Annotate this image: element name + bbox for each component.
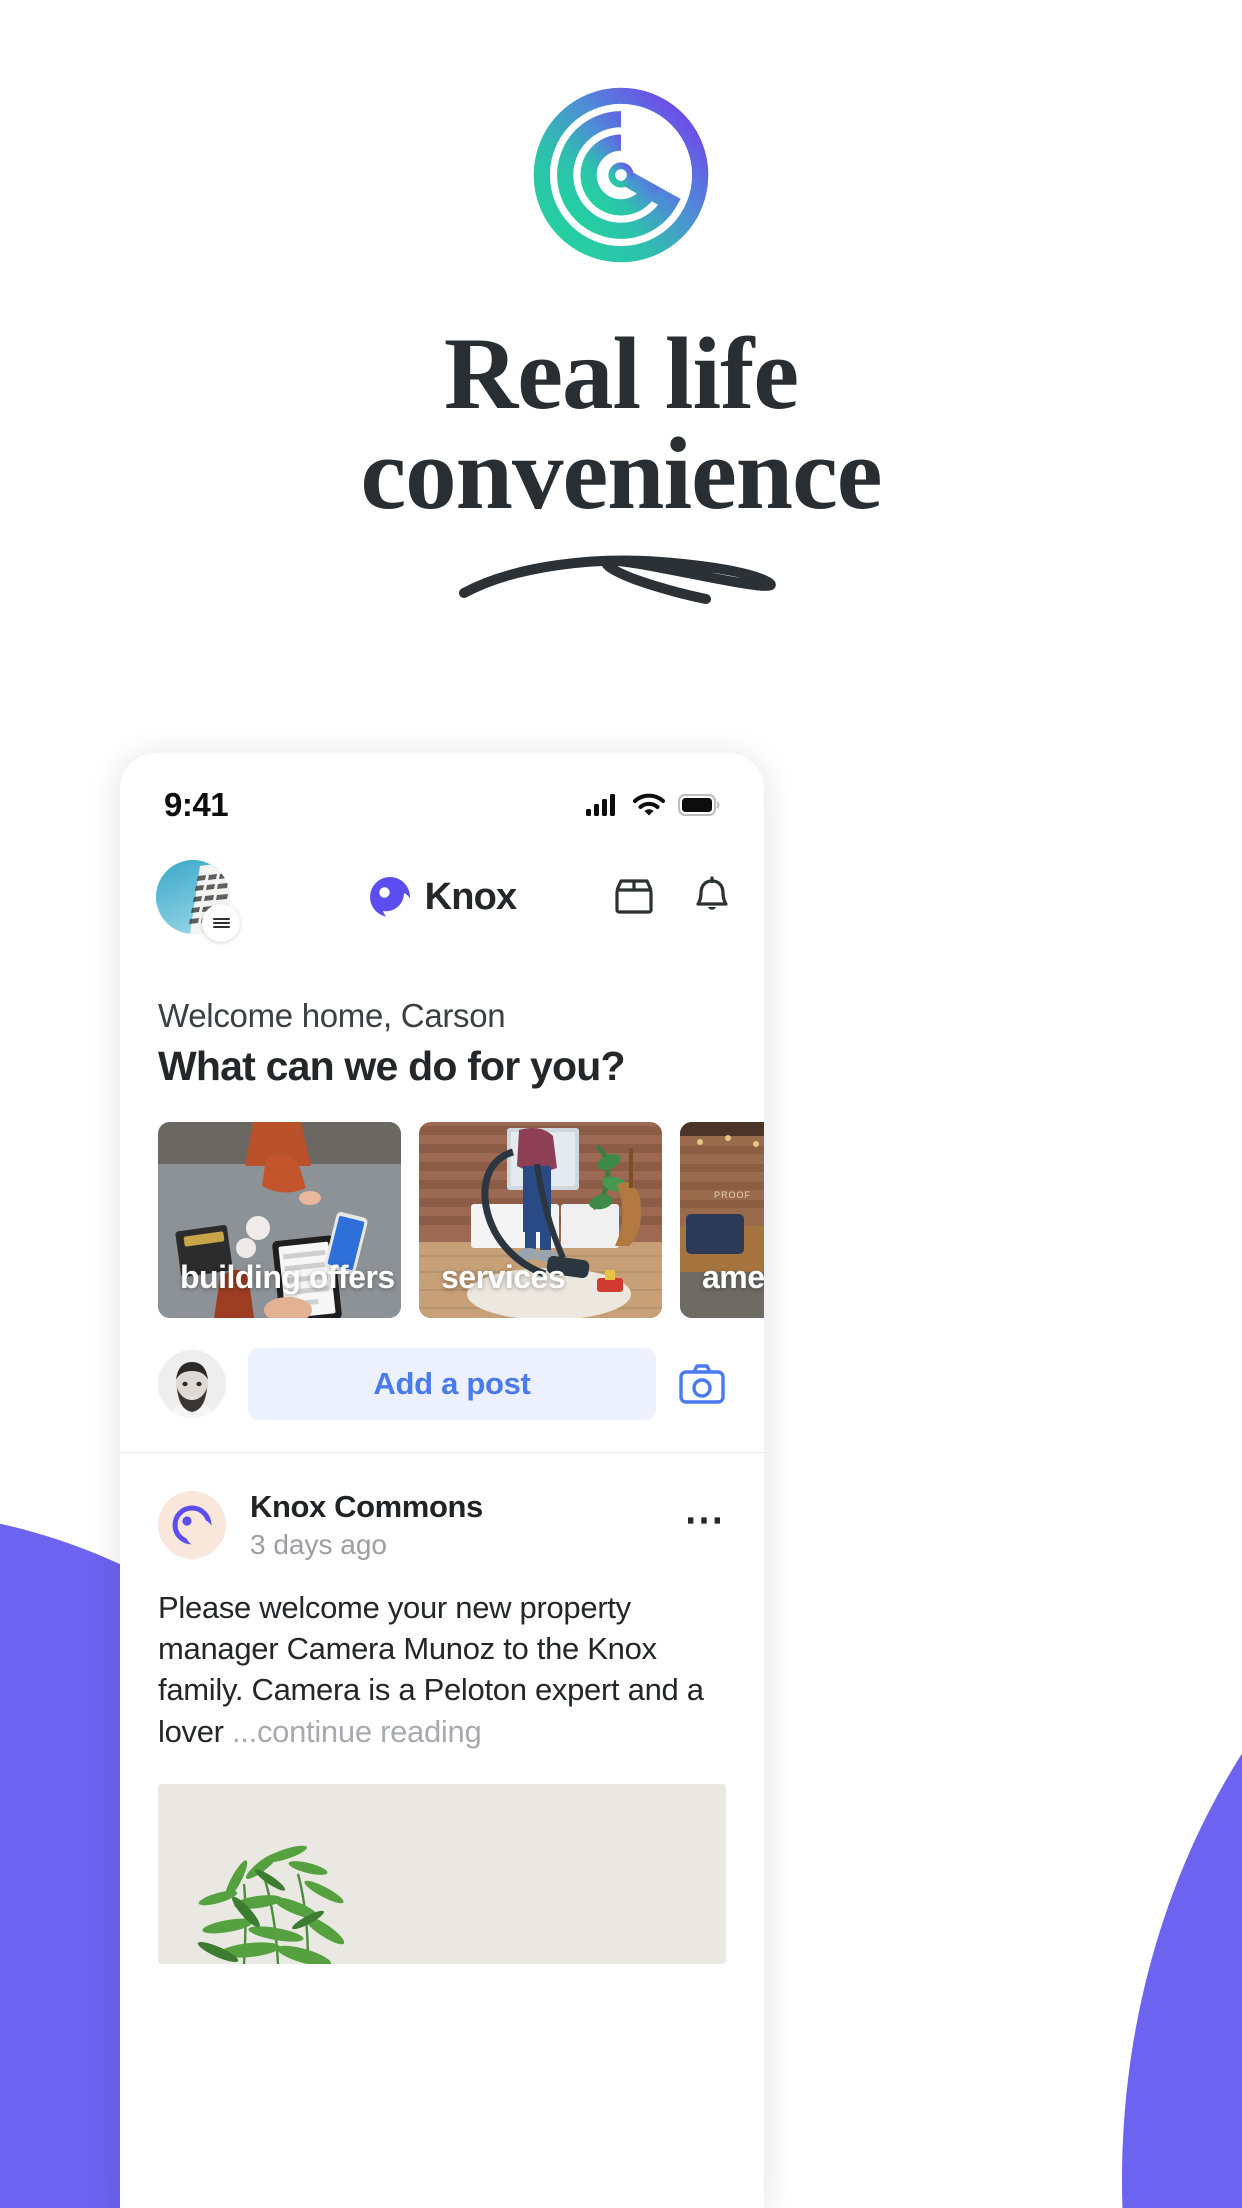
brand-name: Knox	[424, 875, 518, 918]
feed-post: Knox Commons 3 days ago ⋯ Please welcome…	[120, 1453, 764, 1964]
wifi-icon	[633, 793, 665, 816]
add-post-button[interactable]: Add a post	[248, 1348, 656, 1420]
svg-text:PROOF: PROOF	[714, 1190, 751, 1200]
bamboo-plant-against-wall-photo	[158, 1783, 726, 1964]
concentric-c-target-logo	[533, 87, 709, 263]
app-header: Knox	[120, 839, 764, 955]
ellipsis-menu-icon[interactable]: ⋯	[684, 1500, 726, 1540]
knox-crescent-logo	[369, 877, 412, 919]
post-timestamp: 3 days ago	[250, 1529, 387, 1560]
category-card-services[interactable]: services	[419, 1122, 662, 1318]
cellular-signal-icon	[586, 794, 615, 816]
building-avatar[interactable]	[156, 860, 240, 942]
knox-crescent-logo	[172, 1505, 214, 1547]
headline-line-2: convenience	[360, 416, 882, 531]
welcome-greeting: Welcome home, Carson	[158, 997, 506, 1034]
phone-mockup: 9:41 Knox Welcome home, Carson What can …	[120, 753, 764, 2208]
camera-button[interactable]	[678, 1362, 726, 1406]
background-blob-right	[1122, 1480, 1242, 2208]
package-box-icon[interactable]	[612, 875, 656, 919]
category-card-label: services	[441, 1259, 566, 1295]
brand-logo	[531, 85, 711, 265]
hero-section: Real life convenience	[0, 0, 1242, 610]
notification-bell-icon[interactable]	[690, 875, 734, 919]
status-bar: 9:41	[120, 753, 764, 839]
continue-reading-link[interactable]: ...continue reading	[232, 1714, 482, 1749]
post-body: Please welcome your new property manager…	[158, 1587, 726, 1752]
post-composer-row: Add a post	[120, 1318, 764, 1453]
battery-full-icon	[678, 794, 720, 816]
category-card-label: building offers	[180, 1259, 395, 1295]
status-bar-time: 9:41	[164, 786, 229, 823]
page-title: Real life convenience	[0, 317, 1242, 531]
hamburger-menu-icon[interactable]	[202, 904, 240, 942]
post-avatar[interactable]	[158, 1491, 226, 1559]
camera-icon	[679, 1364, 725, 1404]
category-card-amenities[interactable]: PROOF amenities	[680, 1122, 764, 1318]
hand-drawn-squiggle-underline	[459, 555, 776, 604]
category-card-building-offers[interactable]: building offers	[158, 1122, 401, 1318]
post-author: Knox Commons	[250, 1489, 483, 1524]
welcome-question: What can we do for you?	[158, 1043, 626, 1089]
avatar[interactable]	[158, 1350, 226, 1418]
user-portrait-avatar	[158, 1350, 226, 1418]
post-attachment[interactable]	[158, 1783, 726, 1964]
welcome-block: Welcome home, Carson What can we do for …	[120, 955, 764, 1090]
post-header: Knox Commons 3 days ago ⋯	[158, 1489, 726, 1561]
category-card-label: amenities	[702, 1259, 764, 1295]
category-card-row[interactable]: building offers services PROOF ame	[120, 1090, 764, 1318]
headline-line-1: Real life	[443, 317, 799, 431]
landing-screenshot: Real life convenience 9:41 Knox Welcome …	[0, 0, 1242, 2208]
